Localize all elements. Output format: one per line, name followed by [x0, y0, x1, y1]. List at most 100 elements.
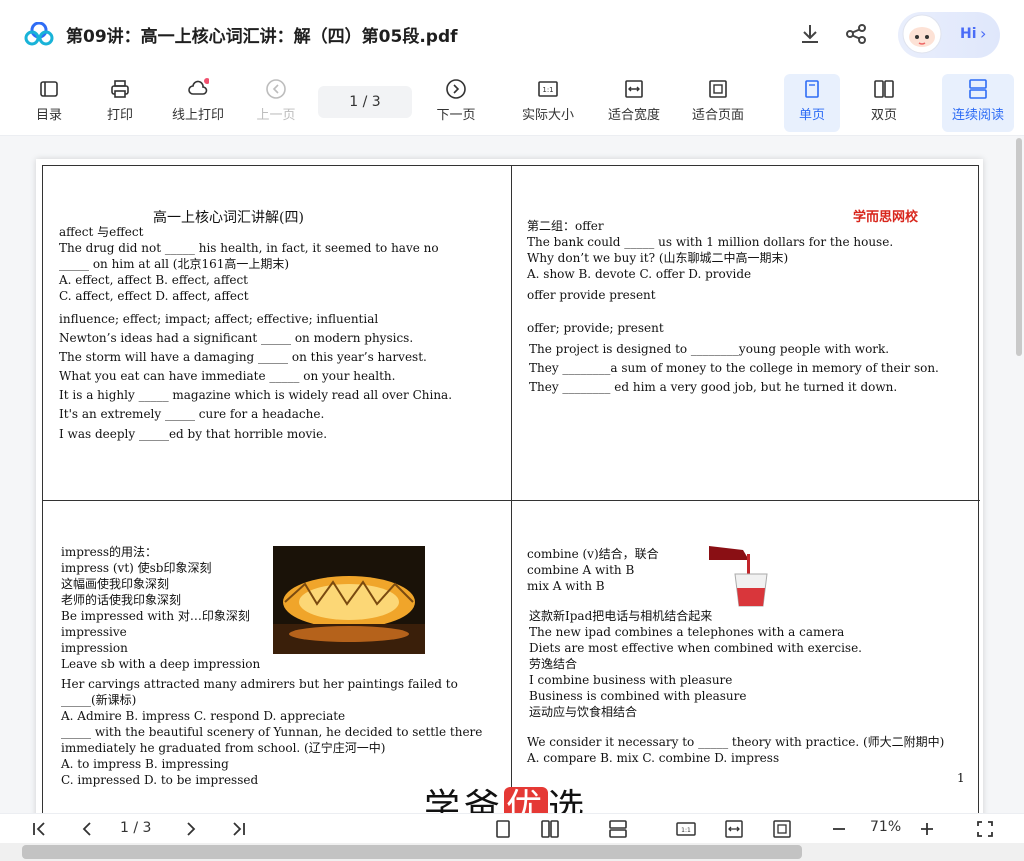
q4-line: Diets are most effective when combined w…: [529, 641, 862, 655]
q3-line: C. impressed D. to be impressed: [61, 773, 259, 787]
zoom-in-icon[interactable]: [918, 820, 936, 838]
q4-line: 运动应与饮食相结合: [529, 705, 638, 719]
q2-line: offer provide present: [527, 288, 656, 302]
double-page-small-icon[interactable]: [540, 819, 560, 839]
bottom-bar: 1 / 3 1:1 71%: [0, 813, 1024, 843]
q3-line: impression: [61, 641, 128, 655]
document-viewer[interactable]: 高一上核心词汇讲解(四) affect 与effect The drug did…: [0, 137, 1024, 813]
q4-line: The new ipad combines a telephones with …: [529, 625, 845, 639]
fit-page-small-icon[interactable]: [772, 819, 792, 839]
next-page-icon: [446, 79, 466, 99]
toolbar: 目录 打印 线上打印 上一页 1 / 3 下一页 1:1 实际大小 适合宽度 适…: [0, 68, 1024, 136]
horizontal-scrollbar-thumb[interactable]: [22, 845, 802, 859]
q4-line: combine A with B: [527, 563, 635, 577]
page-number: 1: [957, 771, 965, 785]
q2-line: The project is designed to ________young…: [529, 342, 890, 356]
toc-button[interactable]: 目录: [28, 74, 70, 132]
q1-line: I was deeply _____ed by that horrible mo…: [59, 427, 328, 441]
continuous-small-icon[interactable]: [608, 819, 628, 839]
slide-grid: 高一上核心词汇讲解(四) affect 与effect The drug did…: [42, 165, 980, 813]
continuous-reading-button[interactable]: 连续阅读: [942, 74, 1014, 132]
fit-page-label: 适合页面: [691, 108, 744, 123]
print-label: 打印: [106, 108, 133, 123]
q3-line: Her carvings attracted many admirers but…: [61, 677, 458, 691]
single-page-small-icon[interactable]: [494, 819, 512, 839]
actual-size-button[interactable]: 1:1 实际大小: [516, 74, 580, 132]
q4-line: I combine business with pleasure: [529, 673, 733, 687]
q2-line: They ________ ed him a very good job, bu…: [529, 380, 898, 394]
svg-text:1:1: 1:1: [681, 827, 691, 834]
horizontal-scrollbar[interactable]: [0, 843, 1024, 861]
document-title: 第09讲：高一上核心词汇讲：解（四）第05段.pdf: [66, 27, 458, 47]
next-page-small-icon[interactable]: [182, 820, 200, 838]
download-icon[interactable]: [798, 22, 822, 46]
q1-line: A. effect, affect B. effect, affect: [59, 273, 249, 287]
assistant-avatar-icon: [902, 14, 942, 54]
continuous-label: 连续阅读: [951, 108, 1004, 123]
q1-line: The storm will have a damaging _____ on …: [59, 350, 427, 364]
q3-line: _____ with the beautiful scenery of Yunn…: [61, 725, 483, 739]
q2-line: The bank could _____ us with 1 million d…: [527, 235, 894, 249]
online-print-button[interactable]: 线上打印: [166, 74, 230, 132]
q3-line: 老师的话使我印象深刻: [61, 593, 182, 607]
q3-line: A. Admire B. impress C. respond D. appre…: [61, 709, 346, 723]
cloud-print-icon: [188, 78, 209, 95]
q3-line: Leave sb with a deep impression: [61, 657, 261, 671]
q1-line: Newton’s ideas had a significant _____ o…: [59, 331, 414, 345]
next-page-label: 下一页: [436, 108, 476, 123]
q1-line: It's an extremely _____ cure for a heada…: [59, 407, 325, 421]
fit-width-small-icon[interactable]: [724, 819, 744, 839]
fit-page-button[interactable]: 适合页面: [686, 74, 750, 132]
next-page-button[interactable]: 下一页: [432, 74, 480, 132]
last-page-icon[interactable]: [230, 820, 248, 838]
actual-size-small-icon[interactable]: 1:1: [676, 819, 696, 839]
q2-line: 第二组：offer: [527, 219, 604, 233]
q1-line: It is a highly _____ magazine which is w…: [59, 388, 453, 402]
bottom-page-indicator[interactable]: 1 / 3: [120, 820, 151, 836]
zoom-out-icon[interactable]: [830, 820, 848, 838]
pouring-drink-image: [709, 546, 768, 607]
q3-line: 这幅画使我印象深刻: [61, 577, 170, 591]
fit-width-label: 适合宽度: [607, 108, 660, 123]
slide-title: 高一上核心词汇讲解(四): [153, 210, 304, 226]
fit-page-icon: [709, 80, 727, 98]
assistant-button[interactable]: Hi ›: [898, 12, 1000, 58]
q4-line: combine (v)结合，联合: [527, 547, 659, 561]
grid-divider-horizontal: [43, 500, 980, 501]
fit-width-icon: [625, 80, 643, 98]
fullscreen-icon[interactable]: [976, 820, 994, 838]
continuous-icon: [969, 79, 987, 99]
prev-page-label: 上一页: [256, 108, 296, 123]
title-bar: 第09讲：高一上核心词汇讲：解（四）第05段.pdf Hi ›: [0, 0, 1024, 68]
actual-size-icon: 1:1: [538, 81, 558, 97]
toc-icon: [40, 81, 58, 97]
q2-line: They ________a sum of money to the colle…: [529, 361, 939, 375]
q3-line: immediately he graduated from school. (辽…: [61, 741, 386, 755]
grid-divider-vertical: [511, 166, 512, 813]
q2-line: A. show B. devote C. offer D. provide: [527, 267, 752, 281]
print-button[interactable]: 打印: [100, 74, 140, 132]
q4-line: A. compare B. mix C. combine D. impress: [527, 751, 780, 765]
first-page-icon[interactable]: [30, 820, 48, 838]
q2-line: offer; provide; present: [527, 321, 664, 335]
q4-line: 劳逸结合: [529, 657, 578, 671]
q1-line: The drug did not _____ his health, in fa…: [59, 241, 439, 255]
prev-page-button[interactable]: 上一页: [252, 74, 300, 132]
vertical-scrollbar[interactable]: [1016, 138, 1022, 356]
single-page-icon: [805, 80, 819, 98]
online-print-label: 线上打印: [171, 108, 224, 123]
q1-line: _____ on him at all (北京161高一上期末): [59, 257, 290, 271]
q3-line: _____(新课标): [61, 693, 137, 707]
birds-nest-stadium-image: [273, 546, 425, 654]
double-page-button[interactable]: 双页: [858, 74, 910, 132]
single-page-button[interactable]: 单页: [784, 74, 840, 132]
actual-size-label: 实际大小: [521, 108, 574, 123]
prev-page-small-icon[interactable]: [78, 820, 96, 838]
fit-width-button[interactable]: 适合宽度: [602, 74, 666, 132]
toc-label: 目录: [35, 108, 62, 123]
q3-line: Be impressed with 对…印象深刻: [61, 609, 250, 623]
q1-line: affect 与effect: [59, 225, 144, 239]
app-logo-icon: [24, 22, 54, 46]
share-icon[interactable]: [844, 22, 868, 46]
page-indicator[interactable]: 1 / 3: [318, 86, 412, 118]
